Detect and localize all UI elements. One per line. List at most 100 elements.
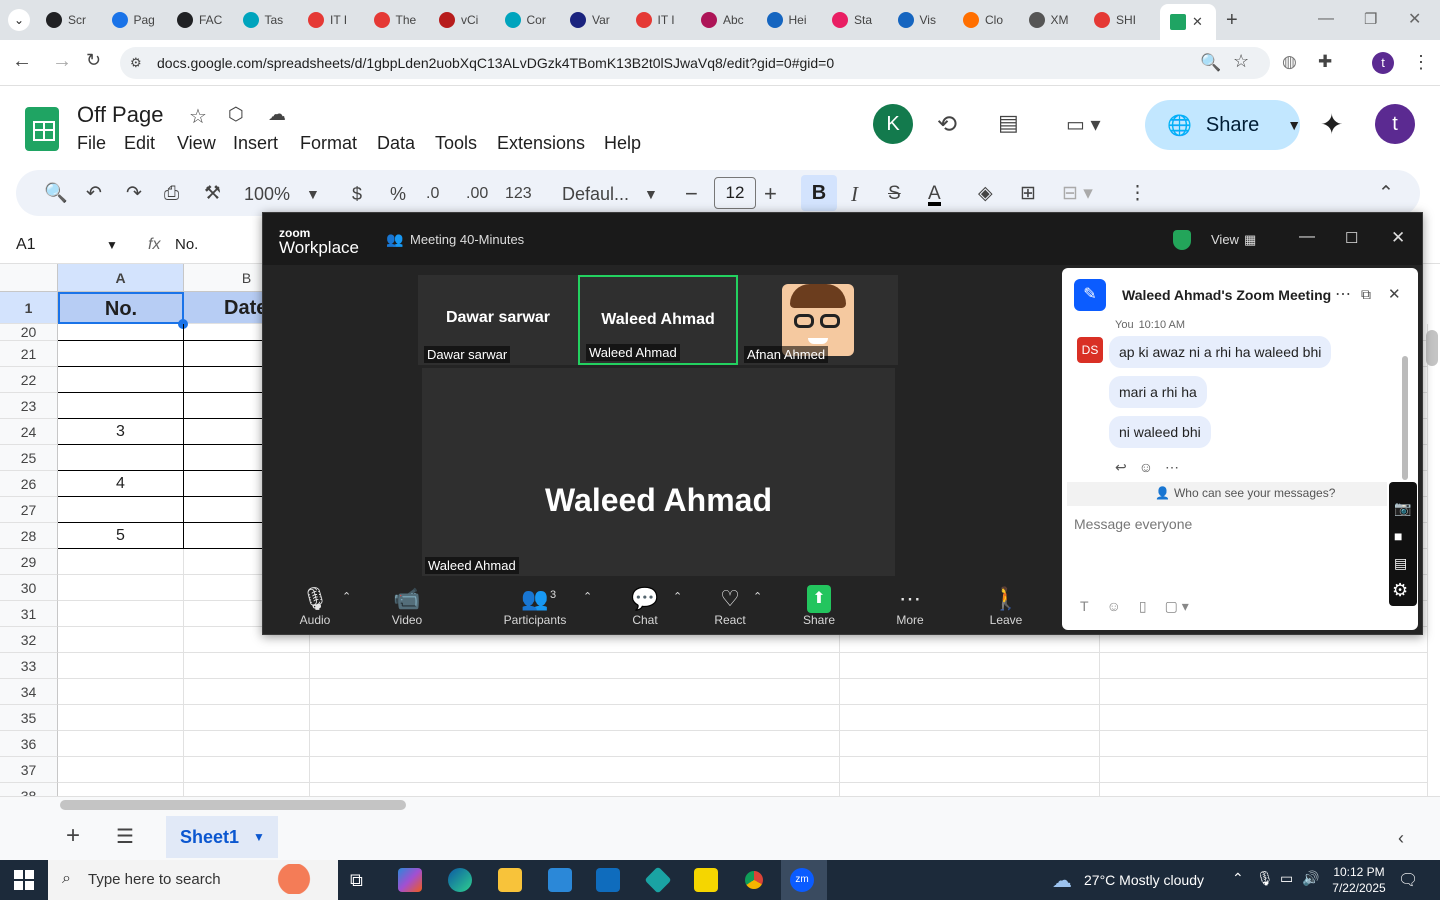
grid-cell[interactable] [58, 324, 184, 341]
new-tab-icon[interactable]: + [1226, 9, 1238, 32]
grid-cell[interactable] [310, 653, 840, 679]
mail-icon[interactable] [596, 868, 620, 892]
grid-cell[interactable] [58, 445, 184, 471]
grid-cell[interactable] [840, 653, 1100, 679]
visibility-notice[interactable]: 👤 Who can see your messages? [1155, 486, 1335, 500]
audio-button[interactable]: 🎙 Audio [280, 585, 350, 627]
edge-icon[interactable] [448, 868, 472, 892]
document-title[interactable]: Off Page [77, 102, 163, 128]
row-header[interactable]: 28 [0, 523, 58, 549]
row-header[interactable]: 37 [0, 757, 58, 783]
close-tab-icon[interactable]: ✕ [1192, 14, 1203, 30]
row-header[interactable]: 33 [0, 653, 58, 679]
browser-tab[interactable]: Cor [504, 8, 563, 32]
view-button[interactable]: View [1211, 232, 1239, 247]
grid-cell[interactable] [184, 705, 310, 731]
row-header[interactable]: 35 [0, 705, 58, 731]
participants-options-icon[interactable]: ⌃ [583, 590, 592, 603]
emoji-icon[interactable]: ☺ [1107, 598, 1121, 615]
meeting-info-icon[interactable]: 👥 [386, 231, 403, 248]
share-dropdown-icon[interactable]: ▼ [1287, 117, 1301, 133]
print-icon[interactable]: ⎙ [164, 182, 179, 206]
browser-tab[interactable]: Clo [963, 8, 1021, 32]
video-button[interactable]: 📹 Video [372, 585, 442, 627]
grid-cell[interactable] [58, 341, 184, 367]
browser-tab[interactable]: The [373, 8, 432, 32]
strikethrough-icon[interactable]: S [888, 182, 901, 206]
participant-tile[interactable]: Afnan Ahmed [738, 275, 898, 365]
grid-cell[interactable] [58, 393, 184, 419]
row-header[interactable]: 1 [0, 292, 58, 324]
format-text-icon[interactable]: T [1080, 598, 1089, 615]
security-shield-icon[interactable] [1173, 230, 1191, 250]
column-header-a[interactable]: A [58, 264, 184, 292]
currency-format-button[interactable]: $ [352, 182, 362, 206]
microphone-tray-icon[interactable]: 🎙 [1256, 870, 1274, 887]
merge-cells-icon[interactable]: ⊟ ▾ [1062, 182, 1093, 206]
row-header[interactable]: 21 [0, 341, 58, 367]
grid-cell[interactable] [840, 731, 1100, 757]
menu-help[interactable]: Help [604, 133, 641, 154]
browser-tab[interactable]: Hei [766, 8, 825, 32]
grid-cell[interactable] [1100, 757, 1428, 783]
row-header[interactable]: 20 [0, 324, 58, 341]
grid-cell[interactable] [184, 731, 310, 757]
browser-menu-icon[interactable]: ⋮ [1412, 52, 1430, 73]
browser-tab[interactable]: Pag [111, 8, 170, 32]
formula-input[interactable]: No. [175, 236, 198, 253]
grid-cell[interactable] [184, 757, 310, 783]
grid-cell[interactable] [310, 705, 840, 731]
bold-button[interactable]: B [801, 175, 837, 211]
collaborator-avatar[interactable]: K [873, 104, 913, 144]
browser-profile-avatar[interactable]: t [1372, 52, 1394, 74]
chat-message[interactable]: mari a rhi ha [1109, 376, 1207, 408]
browser-tab[interactable]: IT I [308, 8, 366, 32]
restore-icon[interactable]: ❐ [1364, 10, 1377, 28]
italic-button[interactable]: I [851, 182, 858, 206]
menu-tools[interactable]: Tools [435, 133, 477, 154]
weather-text[interactable]: 27°C Mostly cloudy [1084, 872, 1204, 888]
more-formats-button[interactable]: 123 [505, 182, 532, 206]
cloud-status-icon[interactable]: ☁ [268, 104, 286, 125]
grid-cell[interactable] [58, 627, 184, 653]
participant-tile-active[interactable]: Waleed Ahmad Waleed Ahmad [578, 275, 738, 365]
more-tools-icon[interactable]: ⋮ [1128, 182, 1147, 206]
copilot-icon[interactable] [398, 868, 422, 892]
row-header[interactable]: 36 [0, 731, 58, 757]
chat-message[interactable]: ap ki awaz ni a rhi ha waleed bhi [1109, 336, 1332, 368]
network-icon[interactable]: ▭ [1280, 870, 1293, 887]
row-header[interactable]: 25 [0, 445, 58, 471]
view-grid-icon[interactable]: ▦ [1244, 232, 1256, 248]
add-sheet-icon[interactable]: + [66, 822, 80, 850]
grid-cell[interactable] [1100, 705, 1428, 731]
gemini-icon[interactable]: ✦ [1320, 108, 1343, 141]
store-icon[interactable] [548, 868, 572, 892]
grid-cell[interactable] [58, 705, 184, 731]
cell-a1[interactable]: No. [58, 292, 184, 324]
browser-tab[interactable]: Abc [701, 8, 759, 32]
browser-tab[interactable]: Sta [832, 8, 890, 32]
undo-icon[interactable]: ↶ [86, 182, 102, 206]
grid-cell[interactable]: 4 [58, 471, 184, 497]
audio-options-icon[interactable]: ⌃ [342, 590, 351, 603]
chat-message[interactable]: ni waleed bhi [1109, 416, 1211, 448]
extensions-icon[interactable]: ✚ [1318, 52, 1332, 72]
grid-cell[interactable] [58, 731, 184, 757]
browser-tab[interactable]: XM [1028, 8, 1087, 32]
menu-view[interactable]: View [177, 133, 216, 154]
sheets-logo-icon[interactable] [25, 107, 59, 151]
grid-cell[interactable] [1100, 679, 1428, 705]
chat-scrollbar[interactable] [1402, 356, 1408, 480]
font-dropdown-icon[interactable]: ▼ [644, 182, 658, 206]
scrollbar-thumb[interactable] [60, 800, 406, 810]
browser-tab[interactable]: FAC [177, 8, 235, 32]
grid-cell[interactable] [58, 367, 184, 393]
participants-button[interactable]: 👥 Participants [500, 585, 570, 627]
grid-cell[interactable] [58, 549, 184, 575]
leave-button[interactable]: 🚶 Leave [971, 585, 1041, 627]
notifications-icon[interactable]: 🗨 [1398, 870, 1418, 890]
grid-cell[interactable] [310, 731, 840, 757]
browser-tab[interactable]: Var [570, 8, 628, 32]
font-select[interactable]: Defaul... [562, 182, 629, 206]
camera-icon[interactable]: 📷 [1394, 500, 1411, 517]
